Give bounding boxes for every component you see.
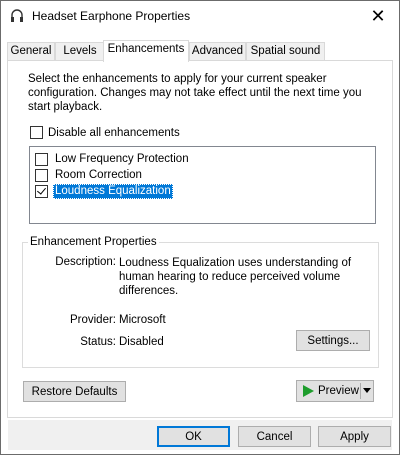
description-line: Loudness Equalization uses understanding… <box>119 257 352 269</box>
list-item[interactable]: Low Frequency Protection <box>35 151 191 167</box>
preview-label: Preview <box>318 385 359 397</box>
tab-general[interactable]: General <box>7 42 55 61</box>
group-title: Enhancement Properties <box>28 236 159 248</box>
disable-all-checkbox[interactable] <box>30 126 43 139</box>
description-value: Loudness Equalization uses understanding… <box>119 256 369 298</box>
preview-button[interactable]: Preview <box>296 380 374 402</box>
tab-spatial-sound[interactable]: Spatial sound <box>246 42 325 61</box>
headset-icon <box>11 9 23 22</box>
list-item-label: Loudness Equalization <box>53 183 173 199</box>
loudness-equalization-checkbox[interactable] <box>35 184 48 198</box>
status-value: Disabled <box>119 336 164 348</box>
description-line: differences. <box>119 285 179 297</box>
apply-button[interactable]: Apply <box>318 426 391 447</box>
tab-enhancements[interactable]: Enhancements <box>103 40 189 62</box>
cancel-button[interactable]: Cancel <box>238 426 311 447</box>
provider-value: Microsoft <box>119 314 166 326</box>
play-icon <box>303 385 314 397</box>
chevron-down-icon[interactable] <box>363 388 371 393</box>
disable-all-label: Disable all enhancements <box>48 126 180 139</box>
description-line: human hearing to reduce perceived volume <box>119 271 341 283</box>
ok-button[interactable]: OK <box>157 426 230 447</box>
list-item-label: Room Correction <box>55 168 142 181</box>
restore-defaults-button[interactable]: Restore Defaults <box>23 381 126 402</box>
close-button[interactable]: ✕ <box>357 1 399 31</box>
status-label: Status: <box>80 336 116 348</box>
split-separator <box>360 383 361 399</box>
list-item-selected[interactable]: Loudness Equalization <box>35 183 173 199</box>
provider-label: Provider: <box>69 314 116 326</box>
low-frequency-protection-checkbox[interactable] <box>35 152 48 166</box>
close-icon: ✕ <box>370 5 386 26</box>
title-bar[interactable]: Headset Earphone Properties ✕ <box>1 1 399 31</box>
list-item[interactable]: Room Correction <box>35 167 144 183</box>
window-title: Headset Earphone Properties <box>32 9 191 23</box>
enhancements-description: Select the enhancements to apply for you… <box>28 73 362 113</box>
tab-levels[interactable]: Levels <box>55 42 105 61</box>
description-label: Description: <box>55 256 116 268</box>
tab-advanced[interactable]: Advanced <box>189 42 246 61</box>
disable-all-row[interactable]: Disable all enhancements <box>30 126 180 139</box>
enhancements-list[interactable]: Low Frequency Protection Room Correction… <box>29 146 376 224</box>
settings-button[interactable]: Settings... <box>296 330 370 351</box>
room-correction-checkbox[interactable] <box>35 168 48 182</box>
list-item-label: Low Frequency Protection <box>55 152 189 165</box>
